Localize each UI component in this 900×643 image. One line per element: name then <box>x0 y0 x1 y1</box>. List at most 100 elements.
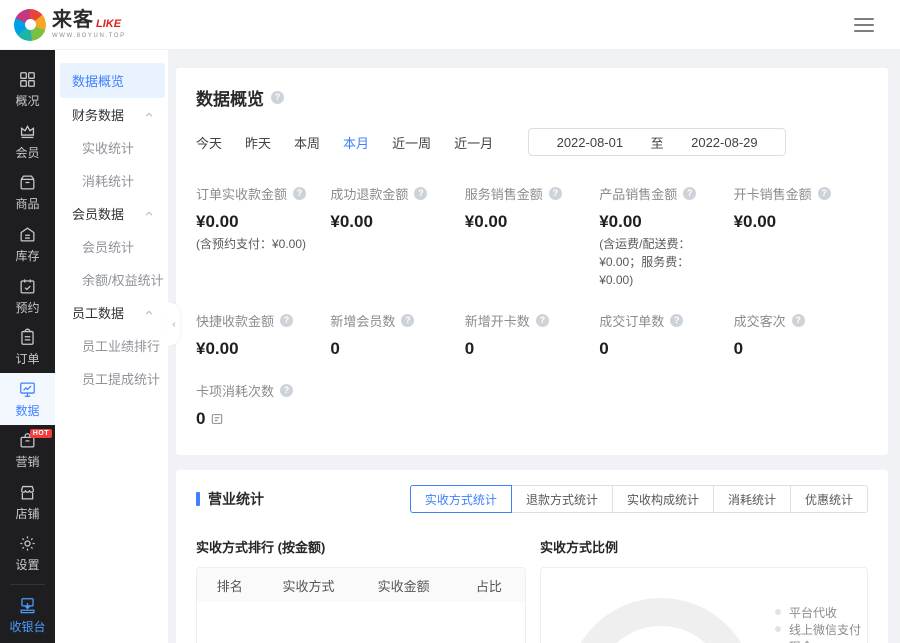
filter-this-month[interactable]: 本月 <box>343 133 369 152</box>
submenu-item-member-stats[interactable]: 会员统计 <box>55 230 168 263</box>
help-icon[interactable] <box>670 314 683 327</box>
sidebar-item-marketing[interactable]: HOT 营销 <box>0 425 55 477</box>
help-icon[interactable] <box>683 187 696 200</box>
sidebar-item-data[interactable]: 数据 <box>0 373 55 425</box>
sidebar-item-goods[interactable]: 商品 <box>0 167 55 219</box>
submenu-group-member-data[interactable]: 会员数据 <box>55 197 168 230</box>
filter-last-7-days[interactable]: 近一周 <box>392 133 431 152</box>
tab-receipt-composition[interactable]: 实收构成统计 <box>612 485 714 513</box>
table-header-row: 排名 实收方式 实收金额 占比 <box>197 568 525 602</box>
filter-this-week[interactable]: 本周 <box>294 133 320 152</box>
stat-service-sales: 服务销售金额 ¥0.00 <box>465 184 599 289</box>
data-overview-card: 数据概览 今天 昨天 本周 本月 近一周 近一月 2022-08-01 至 20… <box>176 68 888 455</box>
help-icon[interactable] <box>271 91 284 104</box>
stats-tab-group: 实收方式统计 退款方式统计 实收构成统计 消耗统计 优惠统计 <box>410 485 868 513</box>
sidebar-collapse-handle[interactable]: ‹ <box>168 302 180 346</box>
filter-today[interactable]: 今天 <box>196 133 222 152</box>
proportion-title: 实收方式比例 <box>540 537 868 556</box>
ranking-table: 排名 实收方式 实收金额 占比 <box>196 567 526 643</box>
chevron-up-icon <box>144 110 154 120</box>
ranking-title: 实收方式排行 (按金额) <box>196 537 526 556</box>
sidebar-item-members[interactable]: 会员 <box>0 116 55 168</box>
stat-order-receipts: 订单实收款金额 ¥0.00 (含预约支付：¥0.00) <box>196 184 330 289</box>
tab-receipt-method[interactable]: 实收方式统计 <box>410 485 512 513</box>
date-range-picker[interactable]: 2022-08-01 至 2022-08-29 <box>528 128 786 156</box>
filter-yesterday[interactable]: 昨天 <box>245 133 271 152</box>
help-icon[interactable] <box>280 384 293 397</box>
gear-icon <box>18 534 37 553</box>
submenu-item-staff-ranking[interactable]: 员工业绩排行 <box>55 329 168 362</box>
primary-sidebar: 概况 会员 商品 库存 预约 订单 <box>0 50 55 643</box>
date-start-input[interactable]: 2022-08-01 <box>529 135 651 150</box>
help-icon[interactable] <box>280 314 293 327</box>
submenu-item-balance-stats[interactable]: 余额/权益统计 <box>55 263 168 296</box>
brand-logo-icon <box>14 9 46 41</box>
submenu-group-staff-data[interactable]: 员工数据 <box>55 296 168 329</box>
brand-like-text: LIKE <box>96 19 121 30</box>
submenu-item-consumption-stats[interactable]: 消耗统计 <box>55 164 168 197</box>
sidebar-item-overview[interactable]: 概况 <box>0 64 55 116</box>
stat-card-sales: 开卡销售金额 ¥0.00 <box>734 184 868 289</box>
tab-refund-method[interactable]: 退款方式统计 <box>511 485 613 513</box>
stat-refunds: 成功退款金额 ¥0.00 <box>330 184 464 289</box>
help-icon[interactable] <box>293 187 306 200</box>
secondary-sidebar: 数据概览 财务数据 实收统计 消耗统计 会员数据 会员统计 余额/权益统计 员工… <box>55 50 168 643</box>
tab-discount[interactable]: 优惠统计 <box>790 485 868 513</box>
shop-icon <box>18 483 37 502</box>
receipt-proportion-panel: 实收方式比例 总金额 ¥0.00 平台代收 线上微信支付 现金 其他 <box>540 537 868 643</box>
detail-list-icon[interactable] <box>210 412 224 426</box>
top-header: 来客 LIKE WWW.8OYUN.TOP <box>0 0 900 50</box>
brand-name: 来客 <box>52 10 94 30</box>
calendar-check-icon <box>18 277 37 296</box>
chevron-up-icon <box>144 209 154 219</box>
section-accent-bar <box>196 492 200 506</box>
sidebar-item-shop[interactable]: 店铺 <box>0 477 55 529</box>
grid-icon <box>18 70 37 89</box>
help-icon[interactable] <box>549 187 562 200</box>
main-content: 数据概览 今天 昨天 本周 本月 近一周 近一月 2022-08-01 至 20… <box>168 50 900 643</box>
help-icon[interactable] <box>414 187 427 200</box>
help-icon[interactable] <box>818 187 831 200</box>
chevron-left-icon: ‹ <box>172 319 175 330</box>
business-stats-card: 营业统计 实收方式统计 退款方式统计 实收构成统计 消耗统计 优惠统计 实收方式… <box>176 470 888 643</box>
sidebar-item-orders[interactable]: 订单 <box>0 322 55 374</box>
proportion-chart: 总金额 ¥0.00 平台代收 线上微信支付 现金 其他 微信（记账） 支付宝（记… <box>540 567 868 643</box>
help-icon[interactable] <box>401 314 414 327</box>
chevron-up-icon <box>144 308 154 318</box>
sidebar-item-cashier[interactable]: 收银台 <box>0 589 55 643</box>
clipboard-icon <box>18 328 37 347</box>
legend-item: 平台代收 <box>775 606 867 618</box>
legend-dot-icon <box>775 626 781 632</box>
sidebar-item-settings[interactable]: 设置 <box>0 528 55 580</box>
tab-consumption[interactable]: 消耗统计 <box>713 485 791 513</box>
hamburger-menu-icon[interactable] <box>854 18 874 32</box>
legend-item: 线上微信支付 <box>775 623 867 635</box>
sidebar-item-booking[interactable]: 预约 <box>0 270 55 322</box>
submenu-group-finance[interactable]: 财务数据 <box>55 98 168 131</box>
stat-new-cards: 新增开卡数 0 <box>465 311 599 359</box>
stat-card-consumption: 卡项消耗次数 0 <box>196 381 330 429</box>
stat-customer-visits: 成交客次 0 <box>734 311 868 359</box>
crown-icon <box>18 122 37 141</box>
help-icon[interactable] <box>536 314 549 327</box>
legend-dot-icon <box>775 609 781 615</box>
receipt-ranking-panel: 实收方式排行 (按金额) 排名 实收方式 实收金额 占比 <box>196 537 526 643</box>
data-monitor-icon <box>18 380 37 399</box>
date-range-separator: 至 <box>651 133 664 152</box>
section-title: 营业统计 <box>208 489 264 509</box>
date-filter-row: 今天 昨天 本周 本月 近一周 近一月 2022-08-01 至 2022-08… <box>196 128 868 156</box>
submenu-item-staff-commission[interactable]: 员工提成统计 <box>55 362 168 395</box>
stat-product-sales: 产品销售金额 ¥0.00 (含运费/配送费：¥0.00；服务费：¥0.00) <box>599 184 733 289</box>
brand-logo[interactable]: 来客 LIKE WWW.8OYUN.TOP <box>14 9 126 41</box>
hot-badge: HOT <box>30 429 52 438</box>
submenu-item-data-overview[interactable]: 数据概览 <box>60 63 165 98</box>
sidebar-divider <box>10 584 45 585</box>
stats-grid: 订单实收款金额 ¥0.00 (含预约支付：¥0.00) 成功退款金额 ¥0.00… <box>196 184 868 429</box>
date-end-input[interactable]: 2022-08-29 <box>664 135 786 150</box>
filter-last-30-days[interactable]: 近一月 <box>454 133 493 152</box>
submenu-item-receipt-stats[interactable]: 实收统计 <box>55 131 168 164</box>
stat-quick-receipts: 快捷收款金额 ¥0.00 <box>196 311 330 359</box>
help-icon[interactable] <box>792 314 805 327</box>
stat-new-members: 新增会员数 0 <box>330 311 464 359</box>
sidebar-item-inventory[interactable]: 库存 <box>0 219 55 271</box>
